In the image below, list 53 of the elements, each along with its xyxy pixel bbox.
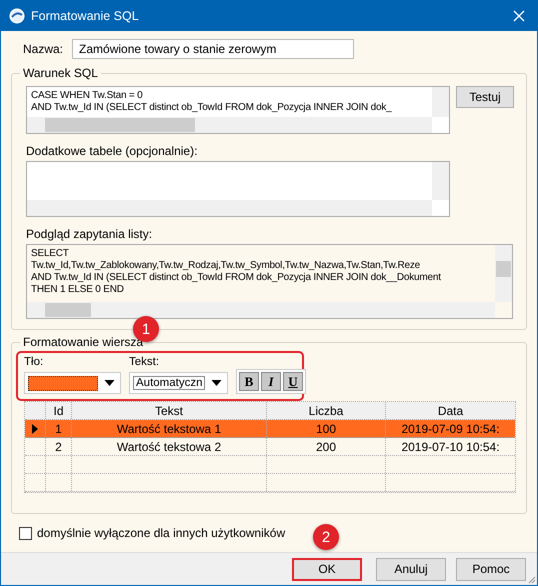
group-legend: Formatowanie wiersza bbox=[20, 335, 146, 349]
vertical-scrollbar[interactable] bbox=[495, 245, 512, 302]
background-color-dropdown[interactable] bbox=[24, 372, 121, 394]
row-pointer-icon bbox=[32, 424, 38, 434]
query-text-line: Tw.tw_Id,Tw.tw_Zablokowany,Tw.tw_Rodzaj,Tw.tw_Symbol,Tw.tw_Nazwa,Tw.Stan,Tw.Reze bbox=[31, 260, 421, 272]
checkbox[interactable] bbox=[19, 526, 32, 540]
column-header[interactable]: Tekst bbox=[72, 402, 267, 419]
app-logo-icon bbox=[9, 8, 25, 24]
caret-icon bbox=[104, 380, 115, 386]
horizontal-scrollbar[interactable] bbox=[27, 117, 432, 133]
table-cell: 100 bbox=[267, 420, 386, 437]
preview-label: Podgląd zapytania listy: bbox=[26, 227, 154, 241]
vertical-scrollbar[interactable] bbox=[432, 87, 449, 117]
checkbox-label: domyślnie wyłączone dla innych użytkowników bbox=[37, 526, 286, 540]
grid-row[interactable]: 2 Wartość tekstowa 2 200 2019-07-10 10:54: bbox=[25, 438, 515, 456]
query-text-line: AND Tw.tw_Id IN (SELECT distinct ob_TowId FROM dok_Pozycja INNER JOIN dok__Dokument bbox=[31, 272, 442, 284]
column-header[interactable]: Id bbox=[46, 402, 72, 419]
name-label: Nazwa: bbox=[23, 42, 64, 56]
horizontal-scrollbar[interactable] bbox=[27, 302, 495, 318]
table-cell-text: 2019-07-09 10:54: bbox=[400, 420, 501, 437]
table-cell-text: 2019-07-10 10:54: bbox=[400, 438, 501, 455]
sql-text-line: CASE WHEN Tw.Stan = 0 bbox=[31, 90, 144, 102]
italic-button[interactable]: I bbox=[261, 372, 281, 391]
text-color-dropdown[interactable]: Automatyczn bbox=[129, 372, 228, 394]
caret-icon bbox=[211, 380, 222, 386]
background-label: Tło: bbox=[24, 356, 44, 368]
additional-tables-label: Dodatkowe tabele (opcjonalnie): bbox=[26, 144, 198, 158]
dialog-button[interactable]: Pomoc bbox=[456, 558, 526, 580]
dialog-button[interactable]: Anuluj bbox=[376, 558, 446, 580]
sql-text-line: AND Tw.tw_Id IN (SELECT distinct ob_TowId FROM dok_Pozycja INNER JOIN dok_ bbox=[31, 102, 393, 114]
column-header[interactable]: Liczba bbox=[267, 402, 386, 419]
table-cell: Wartość tekstowa 2 bbox=[72, 438, 267, 455]
table-cell: 2 bbox=[46, 438, 72, 455]
column-header[interactable]: Data bbox=[386, 402, 515, 419]
text-color-label: Tekst: bbox=[129, 356, 160, 368]
grid-row[interactable]: 1 Wartość tekstowa 1 100 2019-07-09 10:54: bbox=[25, 420, 515, 438]
table-cell: Wartość tekstowa 1 bbox=[72, 420, 267, 437]
query-text-line: SELECT bbox=[31, 248, 70, 260]
dialog-button[interactable]: OK bbox=[292, 558, 362, 580]
group-legend: Warunek SQL bbox=[20, 66, 101, 80]
additional-tables-field[interactable] bbox=[26, 161, 450, 217]
table-cell: 1 bbox=[46, 420, 72, 437]
resize-grip-icon[interactable] bbox=[526, 574, 536, 584]
test-button[interactable]: Testuj bbox=[456, 86, 514, 108]
query-text-line: THEN 1 ELSE 0 END bbox=[31, 284, 125, 296]
name-field[interactable]: Zamówione towary o stanie zerowym bbox=[72, 39, 354, 59]
sql-condition-field[interactable]: CASE WHEN Tw.Stan = 0 AND Tw.tw_Id IN (SELECT distinct ob_TowId FROM dok_Pozycja INNER JOIN dok_ bbox=[26, 86, 450, 134]
dropdown-value: Automatyczn bbox=[133, 376, 205, 390]
window-title: Formatowanie SQL bbox=[31, 8, 139, 22]
close-icon[interactable] bbox=[513, 10, 525, 22]
table-cell: 200 bbox=[267, 438, 386, 455]
underline-button[interactable]: U bbox=[283, 372, 303, 391]
bold-button[interactable]: B bbox=[239, 372, 259, 391]
